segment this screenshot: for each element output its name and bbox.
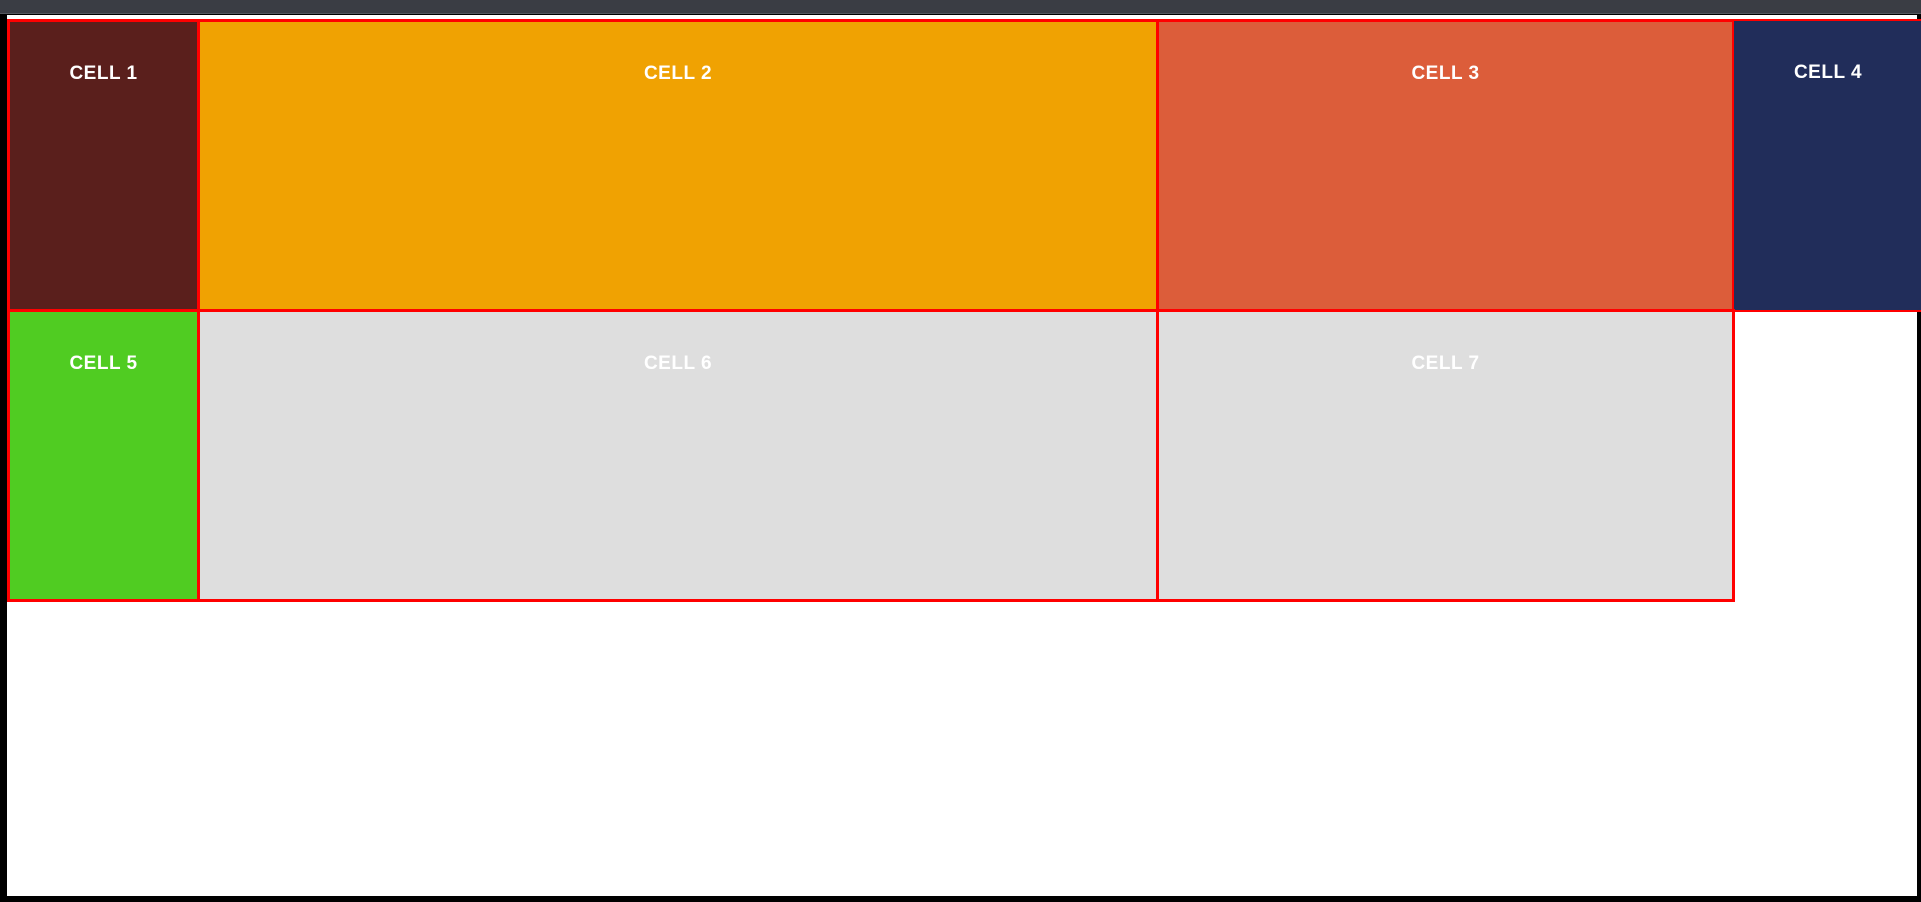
cell-7-label: CELL 7 [1411,353,1480,374]
cell-6-label: CELL 6 [643,353,713,374]
grid-cell-5: CELL 5 [7,309,200,602]
grid-cell-6: CELL 6 [197,309,1159,602]
grid-cell-1: CELL 1 [7,19,200,312]
grid-cell-2: CELL 2 [197,19,1159,312]
grid-cell-3: CELL 3 [1156,19,1735,312]
grid-cell-4: CELL 4 [1732,19,1921,312]
grid-cell-7: CELL 7 [1156,309,1735,602]
cell-2-label: CELL 2 [643,63,713,84]
cell-5-label: CELL 5 [69,353,138,374]
cell-3-label: CELL 3 [1411,63,1480,84]
grid-viewport: CELL 1 CELL 2 CELL 3 CELL 4 CELL 5 CELL … [7,15,1921,896]
cell-1-label: CELL 1 [69,63,138,84]
cell-4-label: CELL 4 [1793,62,1863,83]
window-top-bar [0,0,1921,14]
